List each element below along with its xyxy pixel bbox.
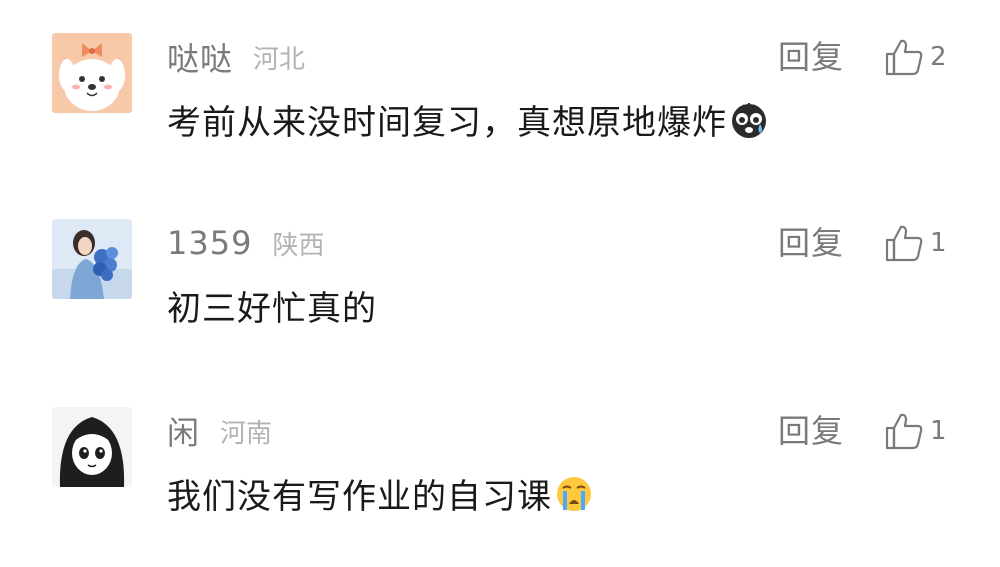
comment-text: 初三好忙真的 <box>167 281 377 330</box>
manga-girl-avatar-icon <box>52 407 132 487</box>
user-avatar[interactable] <box>52 33 132 113</box>
reply-button[interactable]: 回复 <box>778 33 844 81</box>
shocked-face-emoji-icon <box>729 100 769 140</box>
comment-item: 哒哒 河北 考前从来没时间复习，真想原地爆炸 回复 2 <box>0 33 1000 193</box>
user-avatar[interactable] <box>52 407 132 487</box>
like-count: 1 <box>930 228 947 258</box>
thumbs-up-icon <box>885 413 923 450</box>
comment-item: 1359 陕西 初三好忙真的 回复 1 <box>0 219 1000 379</box>
comment-body: 初三好忙真的 <box>167 289 377 329</box>
username[interactable]: 哒哒 <box>167 34 233 80</box>
comment-item: 闲 河南 我们没有写作业的自习课 回复 1 <box>0 407 1000 567</box>
comment-meta: 1359 陕西 <box>167 219 324 267</box>
comment-body: 我们没有写作业的自习课 <box>167 477 552 517</box>
comment-text: 考前从来没时间复习，真想原地爆炸 <box>167 95 769 144</box>
user-location: 河北 <box>253 44 306 75</box>
reply-button[interactable]: 回复 <box>778 407 844 455</box>
username[interactable]: 闲 <box>167 408 200 454</box>
user-avatar[interactable] <box>52 219 132 299</box>
comment-meta: 闲 河南 <box>167 407 272 455</box>
like-button[interactable]: 2 <box>884 35 947 79</box>
username[interactable]: 1359 <box>167 224 252 262</box>
puppy-avatar-icon <box>52 33 132 113</box>
like-button[interactable]: 1 <box>884 409 947 453</box>
girl-with-flowers-avatar-icon <box>52 219 132 299</box>
like-button[interactable]: 1 <box>884 221 947 265</box>
user-location: 陕西 <box>272 230 325 261</box>
like-count: 2 <box>930 42 947 72</box>
comment-meta: 哒哒 河北 <box>167 33 305 81</box>
thumbs-up-icon <box>885 39 923 76</box>
comment-text: 我们没有写作业的自习课 <box>167 469 594 518</box>
user-location: 河南 <box>220 418 273 449</box>
comment-body: 考前从来没时间复习，真想原地爆炸 <box>167 103 727 143</box>
crying-face-emoji-icon <box>554 474 594 514</box>
reply-button[interactable]: 回复 <box>778 219 844 267</box>
like-count: 1 <box>930 416 947 446</box>
thumbs-up-icon <box>885 225 923 262</box>
